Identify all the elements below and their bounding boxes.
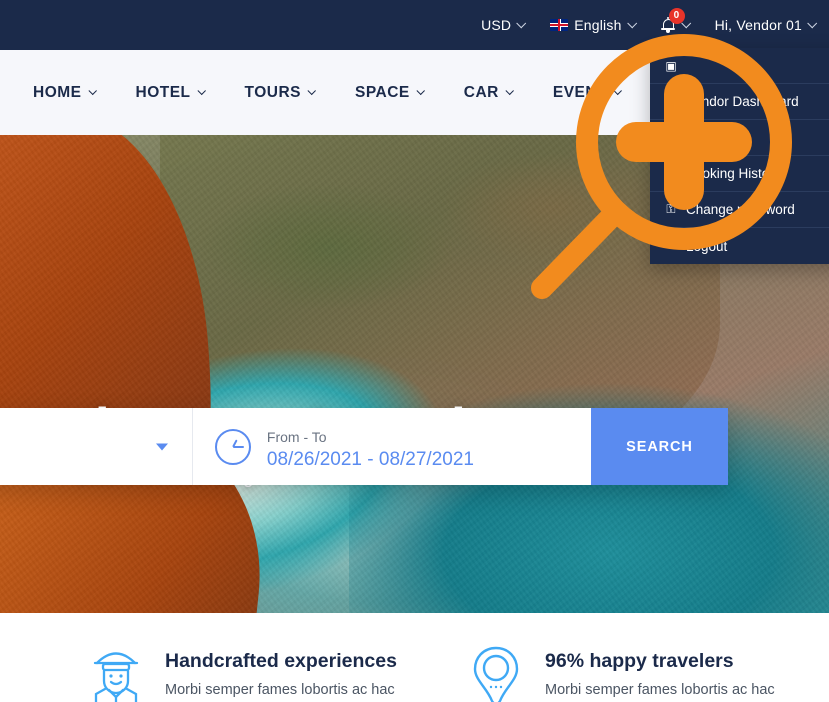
date-range-picker[interactable]: From - To 08/26/2021 - 08/27/2021 [193,408,591,485]
dashboard-icon: ▣ [665,58,677,73]
dropdown-item-label: Logout [686,238,728,254]
chevron-down-icon [416,86,425,95]
clock-icon [214,428,251,465]
chevron-down-icon [516,17,527,28]
nav-item-space[interactable]: SPACE [355,83,425,102]
chevron-down-icon [196,86,206,95]
uk-flag-icon [550,19,569,31]
feature-title: 96% happy travelers [545,650,734,672]
feature-title: Handcrafted experiences [165,650,397,672]
notifications-button[interactable]: 0 [661,8,691,33]
nav-label: HOTEL [135,83,191,101]
dropdown-item-change-password[interactable]: ⚿ Change password [650,192,829,228]
chevron-down-icon [155,443,168,450]
dropdown-item-vendor-dashboard[interactable]: ▨ Vendor Dashboard [650,84,829,120]
nav-item-car[interactable]: CAR [463,83,514,102]
dropdown-item-label: Vendor Dashboard [686,94,799,109]
language-selector[interactable]: English [550,17,637,33]
chevron-down-icon [307,86,316,95]
key-icon: ⚿ [666,202,676,216]
nav-item-tours[interactable]: TOURS [244,83,316,102]
search-button[interactable]: SEARCH [591,408,728,485]
nav-label: CAR [463,83,499,101]
nav-label: HOME [33,83,82,101]
chart-icon: ▨ [665,94,677,109]
features-section: s ac hac Handc [0,613,829,702]
top-utility-bar: USD English 0 Hi, Vendor 01 [0,0,829,50]
chevron-down-icon [626,17,637,28]
currency-label: USD [481,17,512,33]
nav-label: SPACE [355,83,410,101]
feature-description: Morbi semper fames lobortis ac hac [165,682,395,698]
date-range-value: 08/26/2021 - 08/27/2021 [266,449,474,470]
user-account-menu[interactable]: Hi, Vendor 01 [714,17,818,33]
nav-label: EVENT [552,83,608,101]
dropdown-item-logout[interactable]: ⇥ Logout [650,228,829,264]
language-label: English [574,17,622,33]
dropdown-item-booking-history[interactable]: Booking History [650,156,829,192]
dropdown-item-dashboard-top[interactable]: ▣ [650,48,829,84]
nav-label: TOURS [244,83,302,101]
chevron-down-icon [613,86,623,95]
currency-selector[interactable]: USD [481,17,527,33]
user-greeting-label: Hi, Vendor 01 [714,17,802,33]
chevron-down-icon [87,86,97,95]
dropdown-item-label: Booking History [686,166,781,181]
destination-select[interactable]: u going? [0,408,193,485]
feature-item: 96% happy travelers Morbi semper fames l… [465,613,829,702]
dropdown-item-label: My profile [686,130,745,145]
guide-person-icon [85,643,147,702]
dropdown-item-my-profile[interactable]: ⚒ My profile [650,120,829,156]
date-range-label: From - To [266,429,327,445]
search-bar: u going? From - To 08/26/2021 - 08/27/20… [0,408,728,485]
chevron-down-icon [807,17,818,28]
nav-item-event[interactable]: EVENT [552,83,623,102]
map-pin-icon [465,643,527,702]
logout-icon: ⇥ [665,239,677,253]
tools-icon: ⚒ [665,130,677,145]
feature-item: Handcrafted experiences Morbi semper fam… [85,613,485,702]
nav-item-home[interactable]: HOME [33,83,97,102]
dropdown-item-label: Change password [686,202,795,217]
user-account-dropdown-menu: ▣ ▨ Vendor Dashboard ⚒ My profile Bookin… [650,48,829,264]
page-root: ve where you're going Book incredible th… [0,0,829,702]
feature-description: Morbi semper fames lobortis ac hac [545,682,775,698]
chevron-down-icon [505,86,514,95]
nav-item-hotel[interactable]: HOTEL [135,83,206,102]
